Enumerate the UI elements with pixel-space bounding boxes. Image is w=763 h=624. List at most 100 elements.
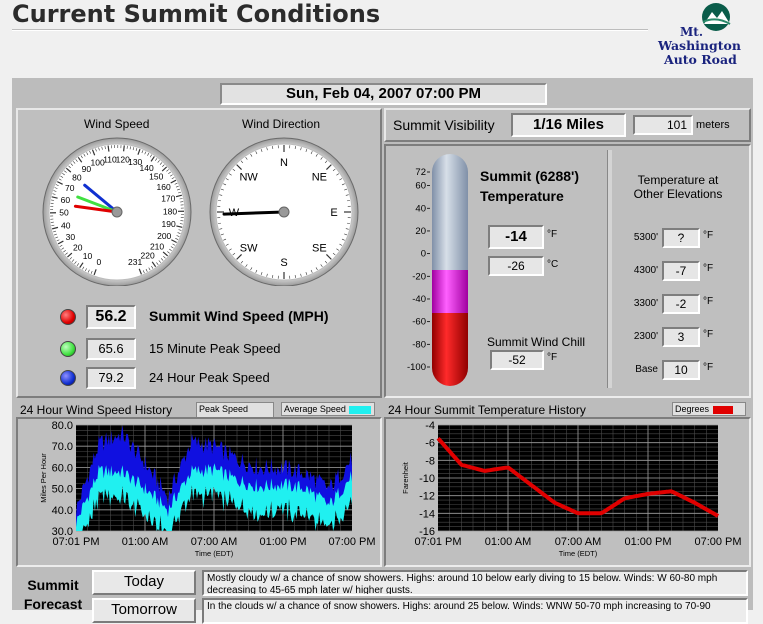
gauge-tick-label: 150 [149,171,163,181]
x-tick-label: 01:00 PM [624,536,671,548]
gauge-tick-label: 30 [66,232,76,242]
y-tick-label: 50.0 [52,484,73,496]
visibility-label: Summit Visibility [393,117,495,133]
summit-temp-title-1: Summit (6288') [480,168,579,184]
title-divider [12,29,648,31]
forecast-tomorrow-tab[interactable]: Tomorrow [92,598,196,623]
thermo-magenta-segment [432,270,468,313]
x-tick-label: 07:00 PM [328,536,375,548]
elevation-label: 4300' [626,265,658,276]
wind-history-chart: 80.070.060.050.040.030.007:01 PM01:00 AM… [18,419,380,565]
visibility-meters-value: 101 [633,115,693,135]
temp-fahrenheit-value: -14 [488,225,544,249]
elevation-label: Base [626,364,658,375]
forecast-label-line2: Forecast [16,595,90,614]
gauge-tick-label: 231 [128,257,142,267]
thermo-scale-label: -40 [412,294,426,305]
y-tick-label: 80.0 [52,420,73,432]
compass-label-sw: SW [240,242,258,254]
elevation-temp-value: -7 [662,261,700,281]
gauge-tick-label: 190 [162,219,176,229]
gauge-tick-label: 20 [73,243,83,253]
logo-mountain-icon: Mt. Washington Auto Road [654,2,758,70]
thermo-scale-label: 40 [415,203,426,214]
y-tick-label: 40.0 [52,505,73,517]
legend-average-label: Average Speed [284,404,346,414]
gauge-tick-label: 170 [161,194,175,204]
thermo-scale-label: 20 [415,226,426,237]
legend-degrees-swatch [713,406,733,414]
elevation-temp-value: 10 [662,360,700,380]
forecast-today-text: Mostly cloudy w/ a chance of snow shower… [202,570,748,596]
thermo-mercury [432,313,468,386]
summit-wind-speed-label: Summit Wind Speed (MPH) [149,308,329,324]
gauge-hub [112,207,122,217]
wind-direction-gauge: NNEESESSWWNW [208,136,360,286]
x-tick-label: 01:00 PM [259,536,306,548]
y-tick-label: -4 [425,420,435,432]
forecast-today-tab[interactable]: Today [92,570,196,595]
logo-line1: Mt. [680,25,703,39]
compass-label-e: E [330,207,337,219]
elevation-temp-value: -2 [662,294,700,314]
y-tick-label: -6 [425,438,435,450]
thermo-scale-label: 72 [415,167,426,178]
y-tick-label: 70.0 [52,441,73,453]
gauge-tick-label: 50 [59,208,69,218]
elevation-label: 2300' [626,331,658,342]
logo-line3: Auto Road [663,52,737,67]
thermo-scale-label: -20 [412,271,426,282]
other-elevations-title: Temperature at Other Elevations [626,173,730,201]
x-tick-label: 07:01 PM [414,536,461,548]
gauge-tick [124,145,125,151]
wind-speed-gauge-label: Wind Speed [84,117,149,131]
forecast-label: Summit Forecast [16,576,90,614]
x-axis-label: Time (EDT) [195,549,234,558]
compass-label-n: N [280,157,288,169]
elevation-temp-unit: °F [703,296,713,307]
gauge-tick-label: 40 [61,220,71,230]
x-tick-label: 01:00 AM [485,536,531,548]
gauge-tick-label: 60 [61,195,71,205]
peak24-label: 24 Hour Peak Speed [149,370,270,385]
compass-label-ne: NE [312,172,327,184]
temp-c-unit: °C [547,259,558,270]
compass-label-s: S [280,257,287,269]
x-tick-label: 07:01 PM [52,536,99,548]
y-tick-label: -10 [419,473,435,485]
elevation-temp-unit: °F [703,362,713,373]
gauge-tick-label: 80 [72,172,82,182]
wind-speed-gauge: 0102030405060708090100110120130140150160… [38,136,196,286]
x-tick-label: 07:00 PM [694,536,741,548]
legend-degrees: Degrees [672,402,746,416]
logo-line2: Washington [657,38,741,53]
x-tick-label: 01:00 AM [122,536,168,548]
temperature-divider [607,150,612,388]
elevation-label: 5300' [626,232,658,243]
gauge-tick [108,146,109,152]
peak15-value: 65.6 [86,338,136,360]
peak15-label: 15 Minute Peak Speed [149,341,281,356]
forecast-label-line1: Summit [16,576,90,595]
wind-history-title: 24 Hour Wind Speed History [20,403,172,417]
thermo-scale-label: -100 [407,362,426,373]
x-axis-label: Time (EDT) [559,549,598,558]
thermo-scale-label: 60 [415,181,426,192]
wind-chill-unit: °F [547,352,557,363]
wind-chill-label: Summit Wind Chill [487,335,585,349]
peak24-value: 79.2 [86,367,136,389]
legend-average-swatch [349,406,371,414]
elevation-temp-unit: °F [703,263,713,274]
gauge-tick-label: 180 [163,206,177,216]
thermo-scale-label: -60 [412,317,426,328]
elevation-temp-unit: °F [703,230,713,241]
compass-label-nw: NW [239,172,258,184]
y-axis-label: Farenheit [401,461,410,494]
gauge-tick-label: 0 [97,257,102,267]
y-tick-label: 60.0 [52,462,73,474]
elevation-label: 3300' [626,298,658,309]
observation-datetime: Sun, Feb 04, 2007 07:00 PM [220,83,547,105]
y-tick-label: -8 [425,455,435,467]
x-tick-label: 07:00 AM [191,536,237,548]
elevation-temp-unit: °F [703,329,713,340]
